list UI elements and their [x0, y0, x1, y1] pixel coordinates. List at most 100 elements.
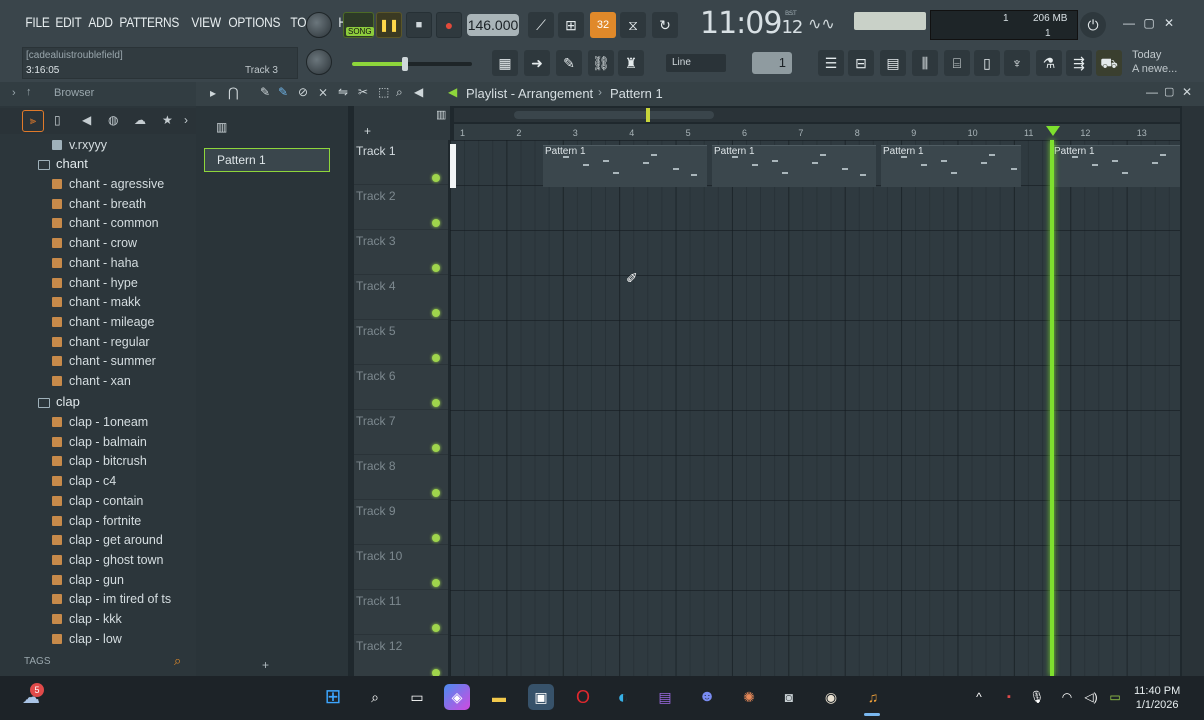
close-icon[interactable]: ✕: [1182, 85, 1192, 99]
track-header[interactable]: Track 10: [354, 545, 448, 590]
news-panel[interactable]: Today A newe...: [1132, 48, 1177, 76]
pattern-picker-item[interactable]: Pattern 1: [204, 148, 330, 172]
stamp-icon[interactable]: ♜: [618, 50, 644, 76]
add-pattern-icon[interactable]: +: [262, 658, 269, 672]
chrome-icon[interactable]: ◉: [818, 684, 844, 710]
mute-tool-icon[interactable]: ⨯: [318, 85, 328, 99]
power-icon[interactable]: ⏻: [1080, 12, 1106, 38]
camera-icon[interactable]: ◙: [776, 684, 802, 710]
menu-edit[interactable]: EDIT: [52, 14, 85, 34]
nav-icon[interactable]: ›: [184, 113, 188, 127]
horizontal-scrollbar[interactable]: [454, 108, 1180, 122]
track-header[interactable]: Track 6: [354, 365, 448, 410]
track-header[interactable]: Track 3: [354, 230, 448, 275]
browser-file-item[interactable]: chant - common: [52, 216, 159, 234]
browser-file-item[interactable]: clap - contain: [52, 494, 143, 512]
track-mute-led[interactable]: [432, 219, 440, 227]
opera-icon[interactable]: O: [570, 684, 596, 710]
grid-icon[interactable]: ▥: [436, 108, 446, 121]
song-position-clock[interactable]: 11:0912 B:S:T: [700, 6, 803, 41]
pattern-clip[interactable]: Pattern 1: [1052, 145, 1180, 187]
edge-icon[interactable]: ◐: [610, 684, 636, 710]
battery-icon[interactable]: ▭: [1102, 684, 1128, 710]
roblox-icon[interactable]: ✺: [736, 684, 762, 710]
clipchamp-icon[interactable]: ▤: [652, 684, 678, 710]
track-mute-led[interactable]: [432, 624, 440, 632]
shop-icon[interactable]: ⛟: [1096, 50, 1122, 76]
folder-clap[interactable]: clap: [56, 394, 80, 409]
pattern-clip[interactable]: Pattern 1: [881, 145, 1021, 187]
chevron-up-icon[interactable]: ^: [966, 684, 992, 710]
track-mute-led[interactable]: [432, 174, 440, 182]
tags-bar[interactable]: TAGS ⌕: [18, 652, 192, 672]
channel-rack-icon[interactable]: ▤: [880, 50, 906, 76]
menu-file[interactable]: FILE: [22, 14, 53, 34]
browser-file-item[interactable]: clap - kkk: [52, 612, 122, 630]
piano-icon[interactable]: ▥: [216, 120, 227, 134]
browser-file-item[interactable]: clap - low: [52, 632, 122, 650]
loop-record-icon[interactable]: ↻: [652, 12, 678, 38]
track-header[interactable]: Track 11: [354, 590, 448, 635]
play-button[interactable]: ❚❚: [376, 12, 402, 38]
track-header[interactable]: Track 7: [354, 410, 448, 455]
clock[interactable]: 11:40 PM 1/1/2026: [1134, 684, 1180, 712]
paint-tool-icon[interactable]: ✎: [278, 85, 288, 99]
maximize-icon[interactable]: ▢: [1140, 14, 1158, 32]
browser-icon[interactable]: ▯: [974, 50, 1000, 76]
browser-file-item[interactable]: chant - haha: [52, 256, 139, 274]
slip-tool-icon[interactable]: ⇋: [338, 85, 348, 99]
slice-tool-icon[interactable]: ✂: [358, 85, 368, 99]
minimize-icon[interactable]: —: [1146, 85, 1158, 99]
track-mute-led[interactable]: [432, 489, 440, 497]
menu-patterns[interactable]: PATTERNS: [116, 14, 182, 34]
pattern-clip[interactable]: Pattern 1: [543, 145, 707, 187]
plugins-icon[interactable]: ◀: [82, 113, 91, 127]
track-mute-led[interactable]: [432, 309, 440, 317]
pattern-number[interactable]: 1: [752, 52, 792, 74]
menu-add[interactable]: ADD: [85, 14, 116, 34]
snap-select[interactable]: Line: [666, 54, 726, 72]
track-header[interactable]: Track 5: [354, 320, 448, 365]
fl-studio-icon[interactable]: ♫: [860, 684, 886, 710]
track-header[interactable]: Track 2: [354, 185, 448, 230]
track-mute-led[interactable]: [432, 264, 440, 272]
playlist-play-icon[interactable]: ◀: [448, 85, 457, 99]
arrow-icon[interactable]: ▸: [210, 86, 216, 100]
browser-file-item[interactable]: clap - c4: [52, 474, 116, 492]
browser-file-item[interactable]: clap - get around: [52, 533, 163, 551]
browser-file-item[interactable]: chant - makk: [52, 295, 141, 313]
add-track-icon[interactable]: +: [364, 124, 371, 138]
master-volume-slider[interactable]: [352, 57, 472, 71]
menu-options[interactable]: OPTIONS: [225, 14, 284, 34]
magnet-icon[interactable]: ⋂: [228, 85, 239, 101]
draw-tool-icon[interactable]: ✎: [260, 85, 270, 99]
timeline-ruler[interactable]: 1 2 3 4 5 6 7 8 9 10 11 12 13: [454, 124, 1180, 140]
arrow-icon[interactable]: ›: [12, 87, 16, 99]
pattern-clip[interactable]: Pattern 1: [712, 145, 876, 187]
browser-file-item[interactable]: chant - breath: [52, 197, 146, 215]
list-item[interactable]: v.rxyyy: [52, 138, 107, 156]
volume-icon[interactable]: ◁): [1078, 684, 1104, 710]
brush-icon[interactable]: ✎: [556, 50, 582, 76]
close-icon[interactable]: ✕: [1160, 14, 1178, 32]
tray-app-icon[interactable]: ▪: [996, 684, 1022, 710]
track-mute-led[interactable]: [432, 399, 440, 407]
track-header[interactable]: Track 12: [354, 635, 448, 680]
delete-tool-icon[interactable]: ⊘: [298, 85, 308, 99]
track-header[interactable]: Track 8: [354, 455, 448, 500]
search-icon[interactable]: ⌕: [362, 684, 388, 710]
channel-icon[interactable]: ⌸: [944, 50, 970, 76]
browser-file-item[interactable]: clap - gun: [52, 573, 124, 591]
playlist-grid[interactable]: [450, 140, 1180, 676]
wait-input-icon[interactable]: ⊞: [558, 12, 584, 38]
playhead-marker[interactable]: [1046, 126, 1060, 136]
browser-file-item[interactable]: clap - im tired of ts: [52, 592, 171, 610]
maximize-icon[interactable]: ▢: [1164, 85, 1174, 98]
metronome-icon[interactable]: ⟋: [528, 12, 554, 38]
star-icon[interactable]: ★: [162, 113, 173, 127]
stop-button[interactable]: ■: [406, 12, 432, 38]
master-pitch-knob[interactable]: [306, 49, 332, 75]
track-mute-led[interactable]: [432, 534, 440, 542]
pattern-song-toggle[interactable]: SONG: [343, 12, 374, 38]
browser-file-item[interactable]: chant - mileage: [52, 315, 154, 333]
